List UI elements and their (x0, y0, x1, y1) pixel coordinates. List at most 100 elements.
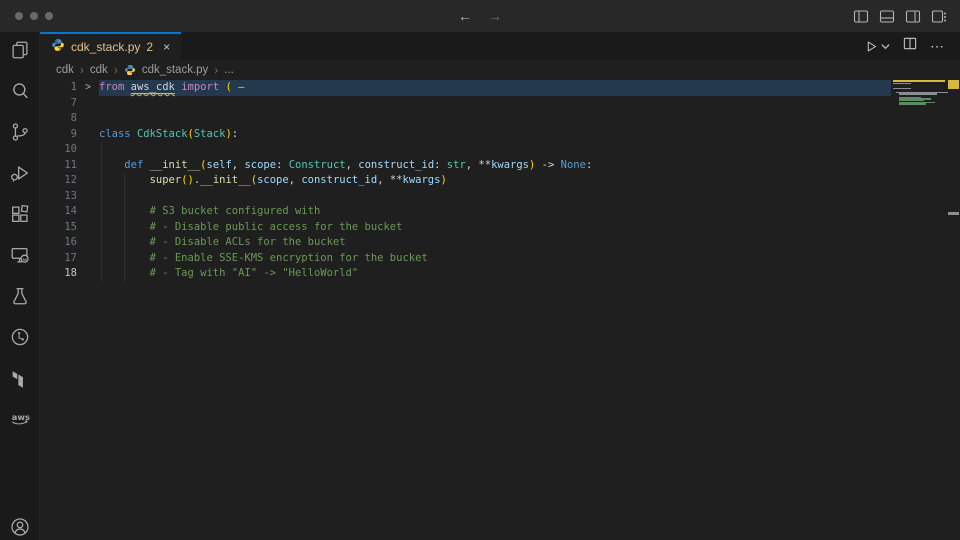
breadcrumb-separator-icon: › (114, 63, 118, 77)
toggle-primary-sidebar-icon[interactable] (853, 9, 869, 24)
line-number: 16 (40, 235, 77, 251)
accounts-icon[interactable] (9, 516, 31, 538)
sidebar-item-terraform[interactable] (9, 367, 31, 389)
line-number: 10 (40, 142, 77, 158)
line-number: 15 (40, 220, 77, 236)
code-row[interactable]: 12 super().__init__(scope, construct_id,… (40, 173, 960, 189)
nav-back-button[interactable]: ← (458, 8, 472, 24)
gutter-spacer (77, 235, 99, 251)
sidebar-item-remote-explorer[interactable] (9, 244, 31, 266)
sidebar-item-run-and-debug[interactable] (9, 162, 31, 184)
line-number: 13 (40, 189, 77, 205)
code-token: from (99, 81, 124, 93)
title-bar: ← → (0, 0, 960, 32)
sidebar-item-search[interactable] (9, 80, 31, 102)
code-token: kwargs (403, 174, 441, 186)
tab-problems-badge: 2 (146, 40, 153, 54)
code-line-text[interactable]: from aws_cdk import ( – (99, 80, 244, 96)
sidebar-item-explorer[interactable] (9, 39, 31, 61)
code-row[interactable]: 15 # - Disable public access for the buc… (40, 220, 960, 236)
code-token: Stack (194, 128, 226, 140)
run-python-file-button[interactable] (865, 40, 890, 53)
code-line-text[interactable]: def __init__(self, scope: Construct, con… (99, 158, 592, 174)
code-token: Construct (289, 159, 346, 171)
code-row[interactable]: 1>from aws_cdk import ( – (40, 80, 960, 96)
code-editor[interactable]: 1>from aws_cdk import ( –789class CdkSta… (40, 80, 960, 540)
sidebar-item-circle-branch[interactable] (9, 326, 31, 348)
breadcrumb-item-file[interactable]: cdk_stack.py (142, 64, 208, 76)
gutter-spacer (77, 127, 99, 143)
python-file-icon (51, 38, 65, 57)
minimap[interactable] (893, 80, 947, 126)
breadcrumb-item-folder[interactable]: cdk (90, 64, 108, 76)
code-row[interactable]: 8 (40, 111, 960, 127)
line-number: 1 (40, 80, 77, 96)
code-token: kwargs (491, 159, 529, 171)
code-token: , (232, 159, 245, 171)
gutter-spacer (77, 158, 99, 174)
code-line-text[interactable]: # S3 bucket configured with (99, 204, 320, 220)
sidebar-item-extensions[interactable] (9, 203, 31, 225)
toggle-panel-icon[interactable] (879, 9, 895, 24)
gutter-spacer (77, 204, 99, 220)
gutter-spacer (77, 220, 99, 236)
code-token: : (232, 128, 238, 140)
split-editor-icon[interactable] (903, 37, 917, 55)
code-row[interactable]: 13 (40, 189, 960, 205)
code-token: : (586, 159, 592, 171)
line-number: 17 (40, 251, 77, 267)
code-line-text[interactable]: # - Disable ACLs for the bucket (99, 235, 346, 251)
code-row[interactable]: 11 def __init__(self, scope: Construct, … (40, 158, 960, 174)
tab-cdk-stack[interactable]: cdk_stack.py 2 × (40, 32, 181, 60)
code-token: super (150, 174, 182, 186)
sidebar-item-source-control[interactable] (9, 121, 31, 143)
code-row[interactable]: 9 class CdkStack(Stack): (40, 127, 960, 143)
code-token: : (276, 159, 289, 171)
breadcrumb-separator-icon: › (214, 63, 218, 77)
line-number: 7 (40, 96, 77, 112)
more-actions-icon[interactable]: ⋯ (930, 39, 945, 53)
breadcrumb-item-symbol[interactable]: ... (224, 64, 234, 76)
code-row[interactable]: 14 # S3 bucket configured with (40, 204, 960, 220)
code-token (99, 236, 150, 248)
code-token: # - Tag with "AI" -> "HelloWorld" (150, 267, 359, 279)
overview-ruler (947, 80, 960, 540)
code-row[interactable]: 10 (40, 142, 960, 158)
code-row[interactable]: 17 # - Enable SSE-KMS encryption for the… (40, 251, 960, 267)
code-line-text[interactable]: # - Disable public access for the bucket (99, 220, 402, 236)
code-line-text[interactable]: # - Tag with "AI" -> "HelloWorld" (99, 266, 358, 282)
breadcrumb-separator-icon: › (80, 63, 84, 77)
sidebar-item-testing[interactable] (9, 285, 31, 307)
code-row[interactable]: 16 # - Disable ACLs for the bucket (40, 235, 960, 251)
window-control-dot[interactable] (45, 12, 53, 20)
code-token: construct_id (358, 159, 434, 171)
sidebar-item-aws-toolkit[interactable]: aws (9, 408, 31, 430)
toggle-secondary-sidebar-icon[interactable] (905, 9, 921, 24)
window-control-dot[interactable] (15, 12, 23, 20)
code-token (99, 159, 124, 171)
window-control-dot[interactable] (30, 12, 38, 20)
nav-forward-button[interactable]: → (488, 8, 502, 24)
code-line-text[interactable]: # - Enable SSE-KMS encryption for the bu… (99, 251, 428, 267)
window-controls[interactable] (15, 12, 53, 20)
gutter-spacer (77, 251, 99, 267)
aws-logo-text: aws (11, 412, 29, 422)
code-token: , (346, 159, 359, 171)
tab-close-icon[interactable]: × (163, 40, 170, 54)
line-number: 9 (40, 127, 77, 143)
code-row[interactable]: 7 (40, 96, 960, 112)
code-line-text[interactable]: class CdkStack(Stack): (99, 127, 238, 143)
customize-layout-icon[interactable] (931, 9, 947, 24)
fold-chevron-icon[interactable]: > (77, 80, 99, 96)
code-token: scope (244, 159, 276, 171)
code-token: __init__ (150, 159, 201, 171)
code-token: aws_cdk (131, 81, 175, 94)
code-row[interactable]: 18 # - Tag with "AI" -> "HelloWorld" (40, 266, 960, 282)
breadcrumb-item-folder[interactable]: cdk (56, 64, 74, 76)
code-lines: 1>from aws_cdk import ( –789class CdkSta… (40, 80, 960, 282)
code-token: () (181, 174, 194, 186)
code-line-text[interactable]: super().__init__(scope, construct_id, **… (99, 173, 447, 189)
code-token: # - Enable SSE-KMS encryption for the bu… (150, 252, 428, 264)
code-token: ) (440, 174, 446, 186)
tab-filename: cdk_stack.py (71, 40, 140, 54)
